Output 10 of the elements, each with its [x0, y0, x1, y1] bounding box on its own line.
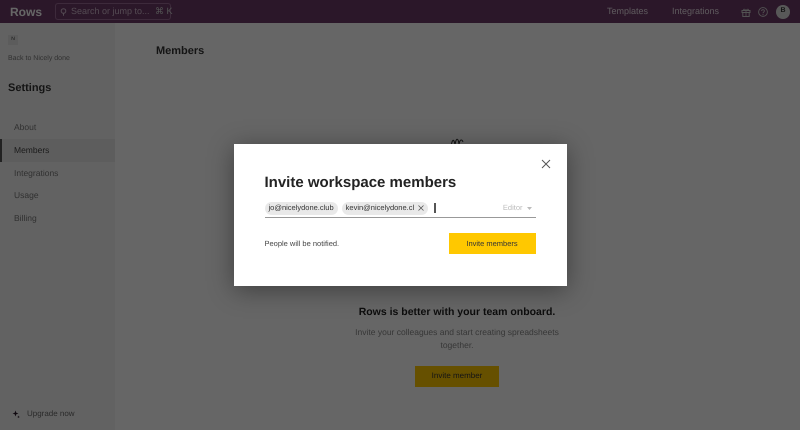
upgrade-link[interactable]: Upgrade now	[27, 408, 75, 420]
modal-title: Invite workspace members	[264, 174, 458, 192]
invite-member-button[interactable]: Invite member	[415, 366, 499, 387]
app-logo: Rows	[10, 4, 42, 20]
empty-state-heading: Rows is better with your team onboard.	[358, 304, 556, 320]
page-title: Members	[156, 44, 206, 59]
sidebar-item[interactable]: Members	[0, 138, 115, 162]
nav-link[interactable]: Integrations	[672, 4, 719, 18]
nav-link[interactable]: Templates	[606, 4, 648, 18]
sidebar-title: Settings	[8, 80, 52, 96]
